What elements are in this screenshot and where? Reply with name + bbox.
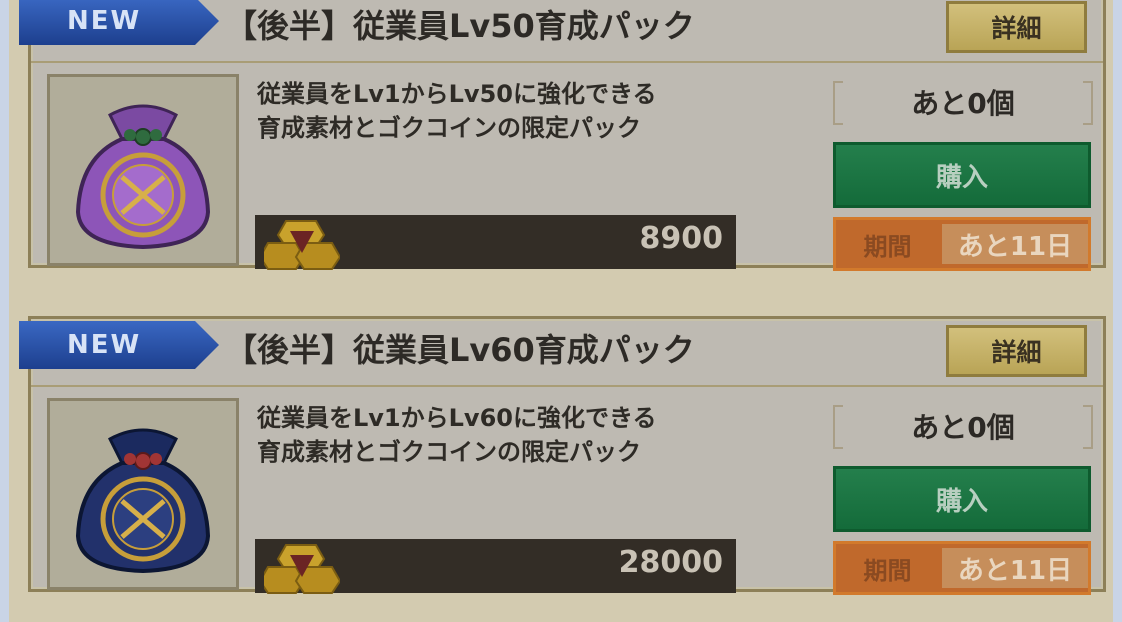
pouch-icon — [50, 401, 236, 587]
period-label: 期間 — [863, 556, 912, 585]
detail-button[interactable]: 詳細 — [946, 325, 1087, 377]
description-line: 従業員をLv1からLv50に強化できる — [257, 80, 657, 108]
remaining-count: あと0個 — [911, 411, 1015, 444]
pack-image — [47, 398, 239, 590]
period-badge: 期間 あと11日 — [833, 541, 1091, 595]
pack-description: 従業員をLv1からLv50に強化できる 育成素材とゴクコインの限定パック — [257, 77, 657, 145]
card-title-bar: NEW 【後半】従業員Lv60育成パック 詳細 — [19, 319, 1103, 381]
card-title-bar: NEW 【後半】従業員Lv50育成パック 詳細 — [19, 0, 1103, 57]
left-edge — [0, 0, 9, 622]
pack-image — [47, 74, 239, 266]
coin-icon — [264, 220, 340, 270]
buy-button[interactable]: 購入 — [833, 466, 1091, 532]
bracket-right — [1083, 81, 1093, 125]
pack-description: 従業員をLv1からLv60に強化できる 育成素材とゴクコインの限定パック — [257, 401, 657, 469]
new-badge: NEW — [19, 0, 219, 45]
period-badge: 期間 あと11日 — [833, 217, 1091, 271]
pouch-icon — [50, 77, 236, 263]
coin-icon — [264, 544, 340, 594]
description-line: 育成素材とゴクコインの限定パック — [257, 438, 641, 466]
pack-title: 【後半】従業員Lv50育成パック — [225, 7, 695, 45]
price-value: 8900 — [639, 221, 724, 256]
period-value: あと11日 — [942, 224, 1088, 264]
new-badge: NEW — [19, 321, 219, 369]
period-value: あと11日 — [942, 548, 1088, 588]
price-value: 28000 — [618, 545, 723, 580]
description-line: 従業員をLv1からLv60に強化できる — [257, 404, 657, 432]
divider — [31, 61, 1103, 63]
bracket-right — [1083, 405, 1093, 449]
period-label: 期間 — [863, 232, 912, 261]
detail-button[interactable]: 詳細 — [946, 1, 1087, 53]
buy-button[interactable]: 購入 — [833, 142, 1091, 208]
divider — [31, 385, 1103, 387]
pack-card: NEW 【後半】従業員Lv50育成パック 詳細 従業員をLv1からLv50に強化… — [19, 0, 1106, 271]
pack-card: NEW 【後半】従業員Lv60育成パック 詳細 従業員をLv1からLv60に強化… — [19, 316, 1106, 595]
remaining-count: あと0個 — [911, 87, 1015, 120]
description-line: 育成素材とゴクコインの限定パック — [257, 114, 641, 142]
pack-title: 【後半】従業員Lv60育成パック — [225, 331, 695, 369]
right-edge — [1113, 0, 1122, 622]
